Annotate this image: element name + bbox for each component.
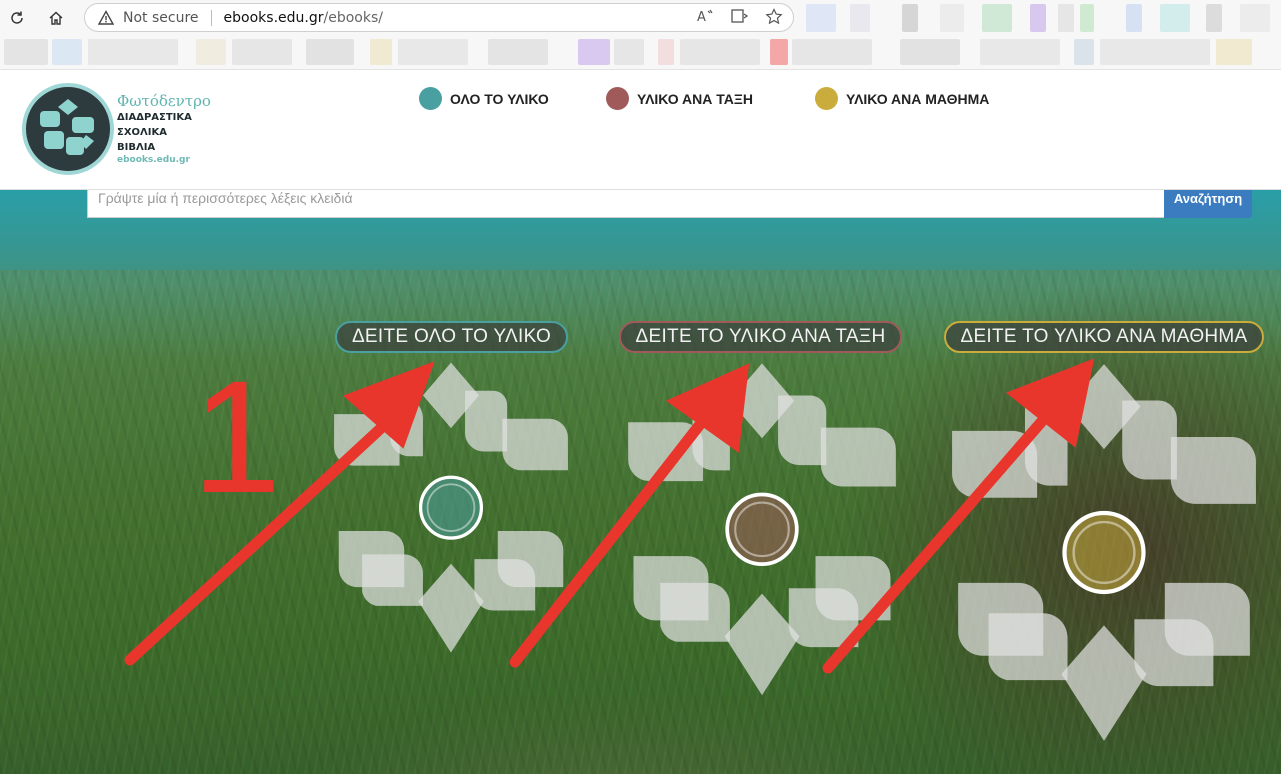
nav-label: ΟΛΟ ΤΟ ΥΛΙΚΟ (450, 90, 549, 107)
nav-label: ΥΛΙΚΟ ΑΝΑ ΜΑΘΗΜΑ (846, 90, 990, 107)
nav-dot-icon (815, 87, 838, 110)
nav-all-material[interactable]: ΟΛΟ ΤΟ ΥΛΙΚΟ (419, 87, 549, 110)
logo-url: ebooks.edu.gr (117, 155, 190, 165)
nav-dot-icon (606, 87, 629, 110)
nav-by-class[interactable]: ΥΛΙΚΟ ΑΝΑ ΤΑΞΗ (606, 87, 753, 110)
logo-line: ΒΙΒΛΙΑ (117, 142, 156, 153)
logo-line: ΣΧΟΛΙΚΑ (117, 127, 167, 138)
nav-by-subject[interactable]: ΥΛΙΚΟ ΑΝΑ ΜΑΘΗΜΑ (815, 87, 989, 110)
logo-line: ΔΙΑΔΡΑΣΤΙΚΑ (117, 112, 192, 123)
logo-title: Φωτόδεντρο (117, 92, 211, 110)
nav-dot-icon (419, 87, 442, 110)
arrow-3-head (1006, 358, 1095, 448)
arrow-2 (509, 412, 711, 668)
site-header: Φωτόδεντρο ΔΙΑΔΡΑΣΤΙΚΑ ΣΧΟΛΙΚΑ ΒΙΒΛΙΑ eb… (0, 70, 1281, 190)
arrow-1-head (343, 361, 435, 449)
arrow-2-head (666, 363, 750, 453)
site-logo[interactable] (22, 83, 114, 175)
step-number: 1 (192, 347, 281, 526)
nav-label: ΥΛΙΚΟ ΑΝΑ ΤΑΞΗ (637, 90, 753, 107)
arrow-3 (822, 406, 1056, 674)
